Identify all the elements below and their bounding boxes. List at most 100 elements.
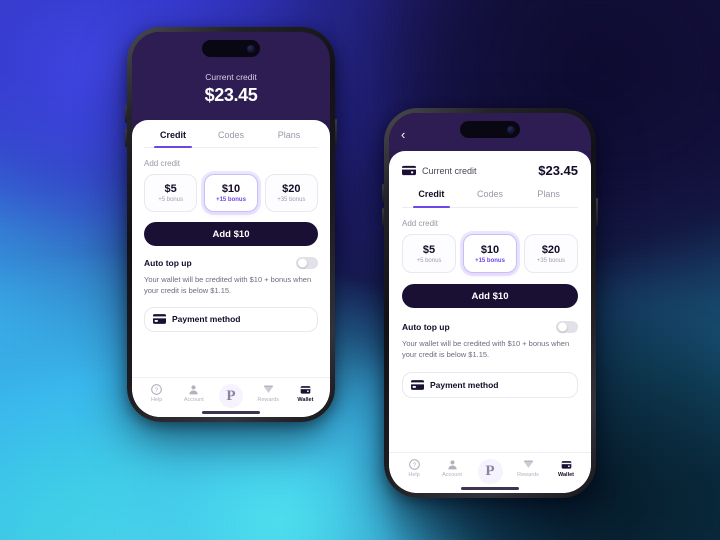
back-button[interactable]: ‹ (401, 128, 405, 141)
app-screen: ‹ Wallet Curr (389, 113, 591, 493)
tab-credit[interactable]: Credit (144, 130, 202, 148)
nav-item-rewards[interactable]: Rewards (509, 459, 547, 478)
add-credit-button[interactable]: Add $10 (144, 222, 318, 246)
credit-option-5-bonus: +5 bonus (158, 197, 184, 203)
credit-option-20[interactable]: $20 +35 bonus (524, 234, 578, 273)
home-indicator[interactable] (461, 487, 519, 490)
nav-item-rewards-label: Rewards (517, 472, 539, 478)
phone-bezel: Wallet Current credit $23.45 Credit Code… (132, 32, 330, 417)
payment-method-row[interactable]: Payment method (402, 371, 578, 398)
credit-option-20-bonus: +35 bonus (536, 257, 566, 264)
current-credit-label: Current credit (205, 72, 257, 82)
auto-top-up-description: Your wallet will be credited with $10 + … (144, 275, 312, 296)
tab-credit-label: Credit (159, 130, 186, 140)
credit-card-icon (411, 379, 424, 390)
nav-item-account-label: Account (183, 397, 204, 403)
nav-item-rewards[interactable]: Rewards (250, 384, 287, 403)
dynamic-island (202, 40, 260, 57)
tab-codes[interactable]: Codes (461, 189, 520, 207)
add-credit-label: Add credit (402, 219, 439, 228)
credit-option-5-bonus: +5 bonus (416, 257, 442, 264)
tab-bar: Credit Codes Plans (402, 189, 578, 208)
auto-top-up-toggle[interactable] (296, 257, 318, 269)
bottom-navigation-bar: ? Help Account P Rewards Wallet (132, 377, 330, 417)
bottom-navigation-bar: ? Help Account P Rewards Wallet (389, 452, 591, 493)
credit-option-5-value: $5 (164, 183, 177, 195)
nav-item-help-label: Help (408, 472, 420, 478)
credit-option-5[interactable]: $5 +5 bonus (144, 174, 198, 212)
background-gradient (0, 0, 720, 540)
current-credit-label: Current credit (422, 165, 477, 176)
user-icon (188, 384, 199, 395)
tab-credit-label: Credit (418, 189, 445, 199)
nav-item-help-label: Help (150, 397, 163, 403)
credit-option-20-value: $20 (541, 243, 561, 256)
payment-method-label: Payment method (430, 379, 499, 390)
credit-option-10-value: $10 (221, 183, 241, 195)
nav-item-account[interactable]: Account (433, 459, 471, 478)
nav-item-help[interactable]: ? Help (395, 459, 433, 478)
power-button[interactable] (335, 119, 337, 147)
phone-mockup-right: ‹ Wallet Curr (382, 108, 598, 498)
help-circle-icon: ? (151, 384, 162, 395)
cta-wrapper: Add $10 (132, 212, 330, 246)
cta-wrapper: Add $10 (389, 273, 591, 308)
credit-amount-options: $5 +5 bonus $10 +15 bonus $20 +35 bonus (132, 174, 330, 212)
tab-plans[interactable]: Plans (260, 130, 318, 147)
p-logo-icon[interactable]: P (219, 384, 243, 408)
credit-option-20[interactable]: $20 +35 bonus (264, 174, 318, 212)
nav-item-wallet[interactable]: Wallet (547, 459, 585, 478)
toggle-knob (558, 322, 567, 332)
power-button[interactable] (596, 198, 598, 226)
credit-option-10[interactable]: $10 +15 bonus (204, 174, 258, 212)
current-credit-row: Current credit $23.45 (389, 151, 591, 189)
content-sheet: Current credit $23.45 Credit Codes Plans… (389, 151, 591, 493)
credit-option-10[interactable]: $10 +15 bonus (463, 234, 517, 273)
background-noise-overlay (0, 0, 720, 540)
volume-up-button[interactable] (382, 184, 384, 202)
tab-active-indicator (154, 146, 192, 148)
auto-top-up-label: Auto top up (402, 322, 450, 332)
credit-card-icon (153, 314, 166, 324)
gift-icon (523, 459, 534, 470)
credit-option-20-value: $20 (282, 183, 301, 195)
nav-item-help[interactable]: ? Help (138, 384, 175, 403)
credit-option-5[interactable]: $5 +5 bonus (402, 234, 456, 273)
tab-codes[interactable]: Codes (202, 130, 260, 147)
auto-top-up-label: Auto top up (144, 258, 192, 268)
credit-option-10-value: $10 (480, 243, 500, 256)
front-camera-icon (507, 125, 515, 134)
payment-method-row[interactable]: Payment method (144, 306, 318, 332)
p-logo-icon[interactable]: P (477, 459, 503, 484)
gift-icon (263, 384, 274, 395)
nav-item-wallet[interactable]: Wallet (287, 384, 324, 403)
add-credit-label: Add credit (144, 159, 181, 168)
payment-method-label: Payment method (172, 314, 241, 324)
tab-credit[interactable]: Credit (402, 189, 461, 208)
volume-down-button[interactable] (382, 208, 384, 226)
nav-item-account-label: Account (442, 472, 462, 478)
credit-option-20-bonus: +35 bonus (277, 197, 306, 203)
credit-option-10-bonus: +15 bonus (475, 257, 505, 264)
user-icon (447, 459, 458, 470)
volume-down-button[interactable] (125, 129, 127, 147)
nav-center-wrapper: P (212, 384, 249, 408)
wallet-icon (300, 384, 311, 395)
front-camera-icon (247, 44, 255, 53)
svg-text:?: ? (155, 387, 159, 394)
help-circle-icon: ? (408, 459, 420, 470)
volume-up-button[interactable] (125, 105, 127, 123)
add-credit-button[interactable]: Add $10 (402, 284, 578, 308)
content-sheet: Credit Codes Plans Add credit $5 +5 bonu… (132, 120, 330, 417)
home-indicator[interactable] (202, 411, 260, 414)
wallet-icon (561, 459, 572, 470)
svg-text:?: ? (412, 462, 416, 469)
nav-item-rewards-label: Rewards (257, 397, 280, 403)
auto-top-up-description: Your wallet will be credited with $10 + … (402, 339, 570, 360)
app-screen: Wallet Current credit $23.45 Credit Code… (132, 32, 330, 417)
tab-plans[interactable]: Plans (519, 189, 578, 207)
nav-item-account[interactable]: Account (175, 384, 212, 403)
auto-top-up-row: Auto top up (132, 246, 330, 269)
auto-top-up-toggle[interactable] (556, 321, 578, 333)
phone-mockup-left: Wallet Current credit $23.45 Credit Code… (125, 27, 337, 422)
